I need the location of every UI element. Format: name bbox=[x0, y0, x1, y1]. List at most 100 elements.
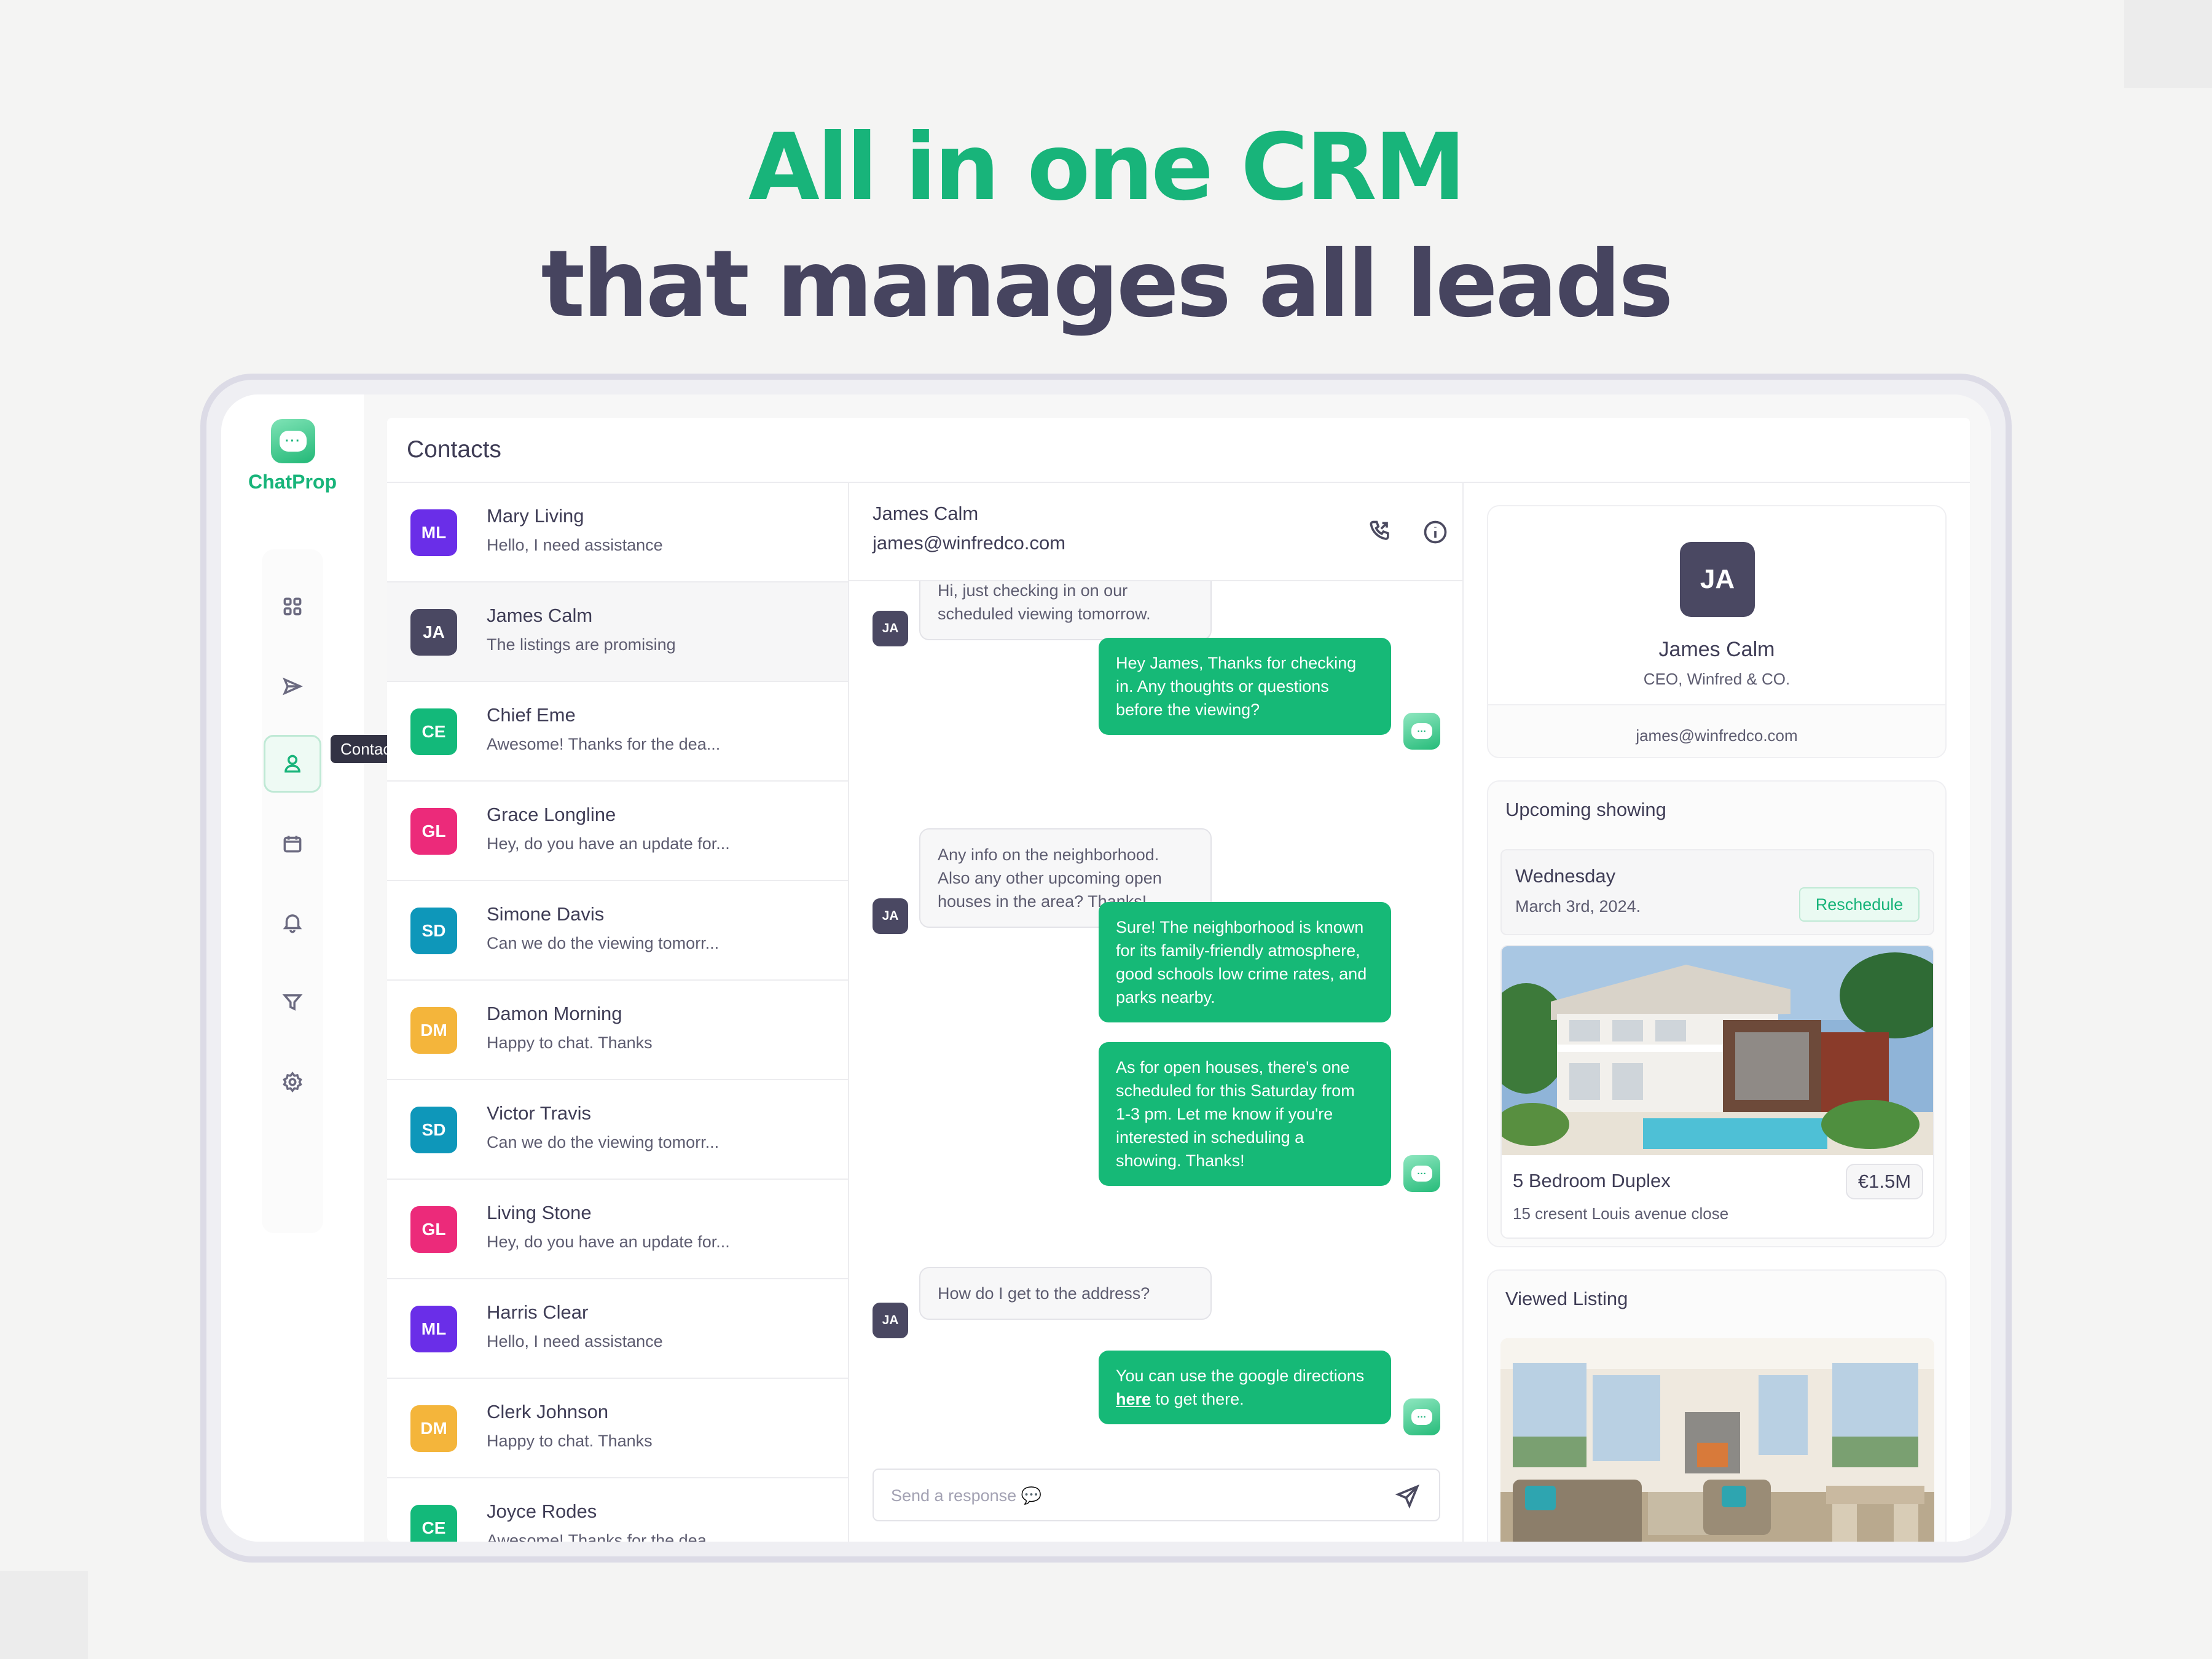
profile-name: James Calm bbox=[1658, 638, 1775, 661]
message-outgoing: As for open houses, there's one schedule… bbox=[1099, 1042, 1391, 1186]
avatar: ML bbox=[410, 1306, 457, 1352]
chat-contact-email: james@winfredco.com bbox=[873, 532, 1066, 554]
contact-row[interactable]: ML Harris Clear Hello, I need assistance bbox=[387, 1279, 848, 1379]
contact-last-message: Hello, I need assistance bbox=[487, 536, 663, 554]
viewed-listing-card: Viewed Listing bbox=[1487, 1269, 1947, 1542]
send-icon bbox=[282, 677, 304, 696]
contact-name: James Calm bbox=[487, 605, 593, 626]
hero-heading: All in one CRM that manages all leads bbox=[0, 109, 2212, 343]
contacts-list: ML Mary Living Hello, I need assistance JA J… bbox=[387, 483, 849, 1542]
contact-avatar-small: JA bbox=[873, 898, 908, 934]
app-screen: ··· ChatProp Contacts Contacts ML Mary L… bbox=[221, 394, 1991, 1542]
hero-line-1: All in one CRM bbox=[748, 114, 1466, 221]
profile-email[interactable]: james@winfredco.com bbox=[1488, 726, 1945, 745]
directions-link[interactable]: here bbox=[1116, 1390, 1151, 1408]
contact-name: Harris Clear bbox=[487, 1301, 589, 1323]
message-input[interactable] bbox=[891, 1483, 1382, 1508]
chat-header: James Calm james@winfredco.com bbox=[849, 483, 1462, 581]
contact-last-message: The listings are promising bbox=[487, 635, 676, 654]
contact-name: Damon Morning bbox=[487, 1003, 622, 1024]
section-title: Viewed Listing bbox=[1505, 1288, 1628, 1309]
avatar: GL bbox=[410, 1206, 457, 1253]
contact-name: Chief Eme bbox=[487, 704, 576, 726]
nav-dashboard[interactable] bbox=[264, 578, 321, 635]
listing-title: 5 Bedroom Duplex bbox=[1513, 1170, 1671, 1191]
nav-send[interactable] bbox=[264, 657, 321, 715]
message-outgoing: Sure! The neighborhood is known for its … bbox=[1099, 902, 1391, 1022]
details-panel: JA James Calm CEO, Winfred & CO. james@w… bbox=[1464, 483, 1970, 1542]
section-title: Upcoming showing bbox=[1505, 799, 1666, 820]
showing-date: Wednesday March 3rd, 2024. Reschedule bbox=[1500, 849, 1934, 935]
contact-row[interactable]: JA James Calm The listings are promising bbox=[387, 582, 848, 682]
contact-row[interactable]: DM Clerk Johnson Happy to chat. Thanks bbox=[387, 1379, 848, 1478]
avatar: JA bbox=[1680, 542, 1755, 617]
call-button[interactable] bbox=[1367, 519, 1394, 546]
chat-bubble-icon: ··· bbox=[1403, 713, 1440, 750]
message-outgoing: Hey James, Thanks for checking in. Any t… bbox=[1099, 638, 1391, 735]
contact-last-message: Can we do the viewing tomorr... bbox=[487, 1133, 720, 1151]
contact-last-message: Awesome! Thanks for the dea... bbox=[487, 735, 721, 753]
gear-icon bbox=[283, 1071, 302, 1093]
hero-line-2: that manages all leads bbox=[541, 231, 1673, 338]
bell-icon bbox=[283, 914, 302, 933]
contact-row[interactable]: CE Joyce Rodes Awesome! Thanks for the dea… bbox=[387, 1478, 848, 1542]
nav-filter[interactable] bbox=[264, 973, 321, 1031]
contact-name: Clerk Johnson bbox=[487, 1401, 609, 1422]
tablet-frame: ··· ChatProp Contacts Contacts ML Mary L… bbox=[200, 374, 2012, 1563]
contact-row[interactable]: GL Living Stone Hey, do you have an update… bbox=[387, 1180, 848, 1279]
contact-row[interactable]: ML Mary Living Hello, I need assistance bbox=[387, 483, 848, 582]
avatar: DM bbox=[410, 1007, 457, 1054]
message-text: You can use the google directions bbox=[1116, 1367, 1365, 1385]
contact-row[interactable]: SD Victor Travis Can we do the viewing tom… bbox=[387, 1080, 848, 1180]
contact-row[interactable]: DM Damon Morning Happy to chat. Thanks bbox=[387, 981, 848, 1080]
contact-last-message: Happy to chat. Thanks bbox=[487, 1033, 653, 1052]
nav-notifications[interactable] bbox=[264, 893, 321, 951]
contact-avatar-small: JA bbox=[873, 611, 908, 646]
contact-name: Living Stone bbox=[487, 1202, 592, 1223]
contact-name: Simone Davis bbox=[487, 903, 605, 925]
main-header: Contacts bbox=[387, 418, 1970, 483]
avatar: CE bbox=[410, 1505, 457, 1542]
listing-card[interactable]: 5 Bedroom Duplex 15 cresent Louis avenue… bbox=[1500, 945, 1934, 1239]
chat-bubble-icon: ··· bbox=[1403, 1155, 1440, 1192]
upcoming-showing-card: Upcoming showing Wednesday March 3rd, 20… bbox=[1487, 780, 1947, 1247]
avatar: CE bbox=[410, 708, 457, 755]
info-icon bbox=[1424, 520, 1447, 544]
calendar-icon bbox=[283, 836, 302, 853]
profile-card: JA James Calm CEO, Winfred & CO. james@w… bbox=[1487, 505, 1947, 758]
info-button[interactable] bbox=[1422, 519, 1449, 546]
nav-settings[interactable] bbox=[264, 1053, 321, 1111]
price-badge: €1.5M bbox=[1846, 1164, 1923, 1199]
nav-calendar[interactable] bbox=[264, 815, 321, 873]
chat-bubble-icon[interactable]: ··· bbox=[271, 419, 315, 463]
contact-last-message: Hello, I need assistance bbox=[487, 1332, 663, 1351]
contact-row[interactable]: GL Grace Longline Hey, do you have an upda… bbox=[387, 782, 848, 881]
app-name: ChatProp bbox=[248, 471, 337, 493]
avatar: ML bbox=[410, 509, 457, 556]
contact-last-message: Happy to chat. Thanks bbox=[487, 1432, 653, 1450]
chat-bubble-icon: ··· bbox=[1403, 1398, 1440, 1435]
send-button[interactable] bbox=[1395, 1482, 1422, 1509]
house-image bbox=[1502, 946, 1933, 1155]
filter-icon bbox=[282, 994, 303, 1011]
contact-row[interactable]: SD Simone Davis Can we do the viewing tomo… bbox=[387, 881, 848, 981]
reschedule-button[interactable]: Reschedule bbox=[1799, 887, 1920, 922]
send-icon bbox=[1395, 1484, 1420, 1509]
contact-last-message: Hey, do you have an update for... bbox=[487, 1233, 730, 1251]
contact-last-message: Hey, do you have an update for... bbox=[487, 834, 730, 853]
contact-row[interactable]: CE Chief Eme Awesome! Thanks for the dea..… bbox=[387, 682, 848, 782]
contact-last-message: Can we do the viewing tomorr... bbox=[487, 934, 720, 952]
contact-last-message: Awesome! Thanks for the dea... bbox=[487, 1531, 721, 1542]
page-title: Contacts bbox=[407, 436, 501, 463]
showing-date-text: March 3rd, 2024. bbox=[1515, 897, 1641, 916]
interior-image[interactable] bbox=[1500, 1338, 1934, 1542]
showing-day: Wednesday bbox=[1515, 865, 1616, 887]
grid-icon bbox=[283, 597, 302, 616]
contact-name: Joyce Rodes bbox=[487, 1500, 597, 1522]
message-text: to get there. bbox=[1151, 1390, 1244, 1408]
phone-icon bbox=[1370, 520, 1389, 540]
corner-decoration bbox=[0, 1571, 88, 1659]
listing-address: 15 cresent Louis avenue close bbox=[1513, 1204, 1729, 1223]
message-incoming: How do I get to the address? bbox=[919, 1267, 1212, 1320]
nav-contacts[interactable] bbox=[264, 735, 321, 793]
